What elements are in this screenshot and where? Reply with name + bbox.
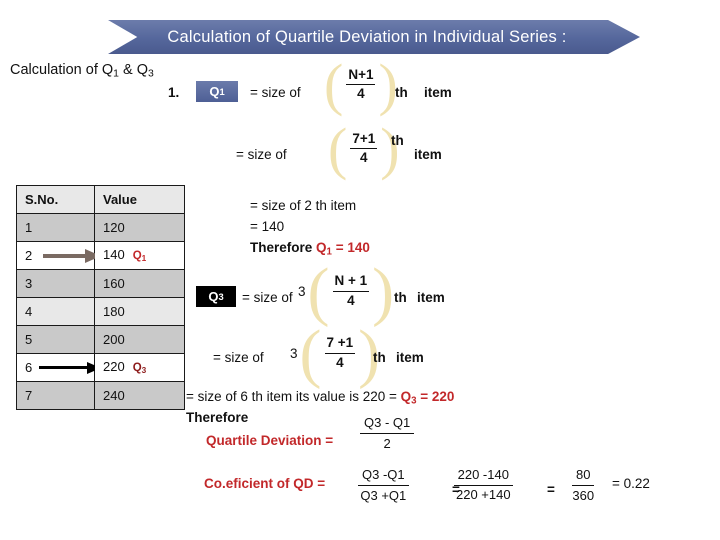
column-header-sno: S.No. [16,185,95,214]
q1-badge: Q1 [196,81,238,102]
q3-item-label-1: item [417,290,445,305]
q1-final-value: Q1 = 140 [316,240,370,258]
cell-value-text: 240 [103,388,125,403]
qd-numerator: Q3 - Q1 [360,414,415,434]
cell-value: 220 Q3 [94,353,185,382]
table-row: 3 160 [16,269,185,298]
q3-frac2-denominator: 4 [336,355,344,371]
q1-th-label-1: th [395,85,408,100]
q1-frac2-numerator: 7+1 [350,131,378,150]
cell-sno: 2 [16,241,101,270]
q1-frac1-numerator: N+1 [346,67,376,86]
q1-result-line-2: = 140 [250,219,285,234]
q3-frac1-numerator: N + 1 [332,273,370,293]
coef-frac2-denominator: 220 +140 [456,486,511,502]
cell-value-text: 220 [103,359,125,375]
q1-step-number: 1. [168,85,180,100]
column-header-value: Value [94,185,185,214]
q1-size-of-label-1: = size of [250,85,301,100]
table-row: 6 220 Q3 [16,353,185,382]
q1-frac2-denominator: 4 [360,150,368,166]
table-row: 5 200 [16,325,185,354]
coef-frac3-numerator: 80 [572,466,595,486]
title-banner: Calculation of Quartile Deviation in Ind… [108,20,640,54]
q1-frac1-denominator: 4 [357,86,365,102]
coef-frac3-denominator: 360 [572,487,595,503]
table-row: 2 140 Q1 [16,241,185,270]
coefficient-fraction-numeric: 220 -140 220 +140 [452,466,515,504]
section-heading: Calculation of Q1 & Q3 [10,62,154,80]
q1-therefore-label: Therefore [250,240,317,255]
table-row: 4 180 [16,297,185,326]
q3-frac2-coefficient: 3 [290,346,298,362]
cell-sno-text: 6 [25,360,33,375]
q1-size-of-label-2: = size of [236,147,287,162]
q3-badge: Q3 [196,286,236,307]
coef-frac1-numerator: Q3 -Q1 [358,466,409,486]
left-bracket-icon: ( [307,255,330,328]
q3-size-of-label-2: = size of [213,350,264,365]
coef-frac1-denominator: Q3 +Q1 [360,487,407,503]
q1-item-label-2: item [414,147,442,162]
cell-value-text: 200 [103,332,125,347]
right-bracket-icon: ) [372,255,395,328]
q1-row-tag: Q1 [132,250,147,264]
q3-row-tag: Q3 [132,362,147,376]
table-header-row: S.No. Value [16,185,185,214]
q1-th-label-2: th [391,133,404,148]
cell-sno: 7 [16,381,95,410]
cell-value: 120 [94,213,185,242]
q3-th-label-2: th [373,350,386,365]
coefficient-equals-2: = [547,482,555,497]
q3-result-line: = size of 6 th item its value is 220 = Q… [186,389,454,406]
quartile-deviation-label: Quartile Deviation = [206,433,334,448]
cell-value-text: 160 [103,276,125,291]
q3-frac1-coefficient: 3 [298,284,306,300]
cell-value-text: 140 [103,247,125,263]
q3-final-value: Q3 = 220 [400,389,455,407]
coefficient-qd-label: Co.eficient of QD = [204,476,326,491]
cell-sno: 4 [16,297,95,326]
coef-frac2-numerator: 220 -140 [453,466,513,486]
coefficient-fraction-reduced: 80 360 [572,466,595,504]
table-row: 7 240 [16,381,185,410]
q3-th-label-1: th [394,290,407,305]
q3-size-of-label-1: = size of [242,290,293,305]
cell-sno: 3 [16,269,95,298]
table-row: 1 120 [16,213,185,242]
quartile-deviation-fraction: Q3 - Q1 2 [360,414,415,452]
cell-value: 200 [94,325,185,354]
q1-fraction-n-plus-1: ( N+1 4 ) [324,52,398,117]
coefficient-result: = 0.22 [612,476,650,491]
therefore-label: Therefore [186,410,249,425]
cell-sno: 6 [16,353,101,382]
page-title: Calculation of Quartile Deviation in Ind… [167,27,567,46]
cell-value-text: 180 [103,304,125,319]
cell-value: 160 [94,269,185,298]
cell-sno-text: 2 [25,248,33,263]
coefficient-fraction-symbolic: Q3 -Q1 Q3 +Q1 [358,466,409,504]
q1-fraction-7-plus-1: ( 7+1 4 ) [328,116,400,181]
left-bracket-icon: ( [299,317,322,390]
q3-item-label-2: item [396,350,424,365]
cell-value: 140 Q1 [94,241,185,270]
cell-sno: 5 [16,325,95,354]
cell-sno: 1 [16,213,95,242]
q1-result-line-1: = size of 2 th item [250,198,357,213]
q3-frac1-denominator: 4 [347,293,355,309]
table-body: 1 120 2 140 Q1 3 160 4 180 5 200 6 220 Q… [16,213,185,410]
cell-value: 240 [94,381,185,410]
q3-fraction-7-plus-1: 3 ( 7 +1 4 ) [290,317,380,390]
q3-frac2-numerator: 7 +1 [324,335,356,355]
q3-fraction-n-plus-1: 3 ( N + 1 4 ) [298,255,395,328]
qd-denominator: 2 [383,435,391,451]
left-bracket-icon: ( [328,116,348,181]
value-table: S.No. Value 1 120 2 140 Q1 3 160 4 180 5… [16,185,185,410]
cell-value-text: 120 [103,220,125,235]
cell-value: 180 [94,297,185,326]
q3-result-text: = size of 6 th item its value is 220 = [186,389,401,404]
q1-item-label-1: item [424,85,452,100]
left-bracket-icon: ( [324,52,344,117]
